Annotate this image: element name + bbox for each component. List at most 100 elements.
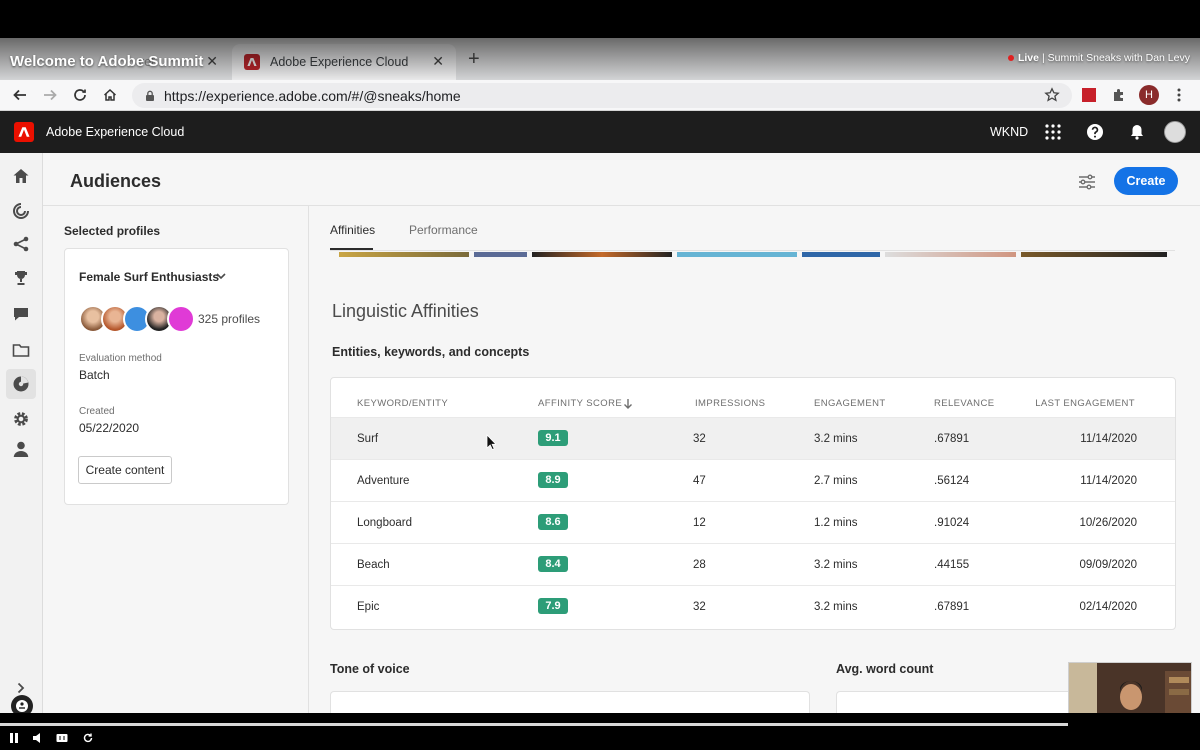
table-row[interactable]: Epic 7.9 32 3.2 mins .67891 02/14/2020 bbox=[331, 585, 1175, 627]
evaluation-method-label: Evaluation method bbox=[79, 353, 162, 364]
tab-performance[interactable]: Performance bbox=[409, 223, 478, 237]
rail-expand-chevron-icon[interactable] bbox=[14, 681, 28, 695]
column-header-engagement[interactable]: ENGAGEMENT bbox=[814, 398, 886, 409]
column-header-impressions[interactable]: IMPRESSIONS bbox=[695, 398, 765, 409]
column-header-relevance[interactable]: RELEVANCE bbox=[934, 398, 994, 409]
captions-icon[interactable] bbox=[56, 732, 68, 744]
kebab-menu-icon[interactable] bbox=[1168, 84, 1190, 106]
column-header-keyword[interactable]: KEYWORD/ENTITY bbox=[357, 398, 448, 409]
video-letterbox-top bbox=[0, 0, 1200, 38]
create-content-button[interactable]: Create content bbox=[78, 456, 172, 484]
rail-audiences-icon[interactable] bbox=[12, 375, 30, 393]
table-row[interactable]: Beach 8.4 28 3.2 mins .44155 09/09/2020 bbox=[331, 543, 1175, 585]
app-title[interactable]: Adobe Experience Cloud bbox=[46, 125, 184, 139]
extension-icon[interactable] bbox=[1078, 84, 1100, 106]
engagement-cell: 2.7 mins bbox=[814, 475, 858, 487]
volume-icon[interactable] bbox=[32, 732, 44, 744]
close-icon[interactable]: ✕ bbox=[206, 53, 218, 70]
audience-name[interactable]: Female Surf Enthusiasts bbox=[79, 270, 219, 284]
live-label: Live bbox=[1017, 52, 1039, 64]
url-text: https://experience.adobe.com/#/@sneaks/h… bbox=[164, 87, 461, 104]
forward-arrow-icon[interactable] bbox=[40, 85, 60, 105]
tab-label: Adobe Experience Cloud bbox=[270, 55, 409, 69]
relevance-cell: .56124 bbox=[934, 475, 970, 487]
chevron-down-icon[interactable] bbox=[215, 270, 227, 282]
back-arrow-icon[interactable] bbox=[10, 85, 30, 105]
engagement-cell: 3.2 mins bbox=[814, 433, 858, 445]
column-header-affinity-score[interactable]: AFFINITY SCORE bbox=[538, 398, 622, 409]
bookmark-star-icon[interactable] bbox=[1044, 87, 1060, 103]
table-row[interactable]: Longboard 8.6 12 1.2 mins .91024 10/26/2… bbox=[331, 501, 1175, 543]
column-header-last-engagement[interactable]: LAST ENGAGEMENT bbox=[1035, 398, 1135, 409]
panel-divider bbox=[308, 206, 309, 713]
created-label: Created bbox=[79, 406, 115, 417]
sort-descending-arrow-icon[interactable] bbox=[623, 398, 633, 410]
last-engagement-cell: 09/09/2020 bbox=[1079, 559, 1137, 571]
rail-segments-icon[interactable] bbox=[12, 202, 30, 220]
browser-tab-experience-cloud[interactable]: Adobe Experience Cloud ✕ bbox=[232, 44, 456, 80]
last-engagement-cell: 11/14/2020 bbox=[1080, 475, 1137, 487]
video-progress-bar[interactable] bbox=[0, 723, 1068, 726]
image-thumbnail[interactable] bbox=[532, 252, 672, 257]
affinity-score-badge: 7.9 bbox=[538, 598, 568, 614]
header-divider bbox=[43, 205, 1200, 206]
url-bar[interactable]: https://experience.adobe.com/#/@sneaks/h… bbox=[132, 83, 1072, 108]
help-icon[interactable] bbox=[1086, 123, 1104, 141]
keyword-cell: Epic bbox=[357, 601, 380, 613]
rail-journeys-icon[interactable] bbox=[12, 235, 30, 253]
image-thumbnail[interactable] bbox=[474, 252, 527, 257]
video-overlay-title: Welcome to Adobe Summit bbox=[10, 53, 204, 70]
impressions-cell: 28 bbox=[693, 559, 706, 571]
profile-avatar[interactable]: H bbox=[1138, 84, 1160, 106]
tone-of-voice-panel bbox=[330, 691, 810, 713]
engagement-cell: 1.2 mins bbox=[814, 517, 858, 529]
filter-sliders-icon[interactable] bbox=[1078, 173, 1096, 191]
impressions-cell: 32 bbox=[693, 601, 706, 613]
created-value: 05/22/2020 bbox=[79, 421, 140, 435]
profile-count: 325 profiles bbox=[198, 312, 261, 326]
image-thumbnail[interactable] bbox=[1021, 252, 1167, 257]
engagement-cell: 3.2 mins bbox=[814, 601, 858, 613]
notification-bell-icon[interactable] bbox=[1128, 123, 1146, 141]
org-switcher[interactable]: WKND bbox=[990, 125, 1028, 139]
replay-icon[interactable] bbox=[82, 732, 94, 744]
create-button[interactable]: Create bbox=[1114, 167, 1178, 195]
app-grid-icon[interactable] bbox=[1044, 123, 1062, 141]
last-engagement-cell: 02/14/2020 bbox=[1079, 601, 1137, 613]
table-row[interactable]: Adventure 8.9 47 2.7 mins .56124 11/14/2… bbox=[331, 459, 1175, 501]
pause-icon[interactable] bbox=[8, 732, 20, 744]
image-thumbnail[interactable] bbox=[885, 252, 1016, 257]
engagement-cell: 3.2 mins bbox=[814, 559, 858, 571]
user-avatar[interactable] bbox=[1164, 121, 1186, 143]
tab-divider bbox=[330, 250, 1175, 251]
avg-word-count-heading: Avg. word count bbox=[836, 662, 934, 676]
affinity-score-badge: 8.9 bbox=[538, 472, 568, 488]
rail-comments-icon[interactable] bbox=[12, 305, 30, 323]
reload-icon[interactable] bbox=[70, 85, 90, 105]
rail-settings-gear-icon[interactable] bbox=[12, 410, 30, 428]
relevance-cell: .67891 bbox=[934, 601, 970, 613]
adobe-logo-icon[interactable] bbox=[14, 122, 34, 142]
tab-affinities[interactable]: Affinities bbox=[330, 223, 375, 237]
rail-user-icon[interactable] bbox=[12, 440, 30, 458]
mouse-cursor-icon bbox=[486, 434, 496, 450]
table-row[interactable]: Surf 9.1 32 3.2 mins .67891 11/14/2020 bbox=[331, 417, 1175, 459]
rail-folder-icon[interactable] bbox=[12, 341, 30, 359]
new-tab-button[interactable]: + bbox=[468, 48, 480, 71]
rail-home-icon[interactable] bbox=[12, 167, 30, 185]
close-icon[interactable]: ✕ bbox=[432, 53, 444, 70]
last-engagement-cell: 10/26/2020 bbox=[1079, 517, 1137, 529]
image-thumbnail[interactable] bbox=[677, 252, 797, 257]
puzzle-extensions-icon[interactable] bbox=[1108, 84, 1130, 106]
home-icon[interactable] bbox=[100, 85, 120, 105]
impressions-cell: 47 bbox=[693, 475, 706, 487]
audience-card: Female Surf Enthusiasts 325 profiles Eva… bbox=[64, 248, 289, 505]
image-thumbnail[interactable] bbox=[802, 252, 880, 257]
profile-avatar-stack bbox=[79, 305, 199, 333]
impressions-cell: 12 bbox=[693, 517, 706, 529]
relevance-cell: .67891 bbox=[934, 433, 970, 445]
rail-trophy-icon[interactable] bbox=[12, 269, 30, 287]
affinity-score-badge: 8.4 bbox=[538, 556, 568, 572]
main-content: Audiences Create Selected profiles Femal… bbox=[43, 153, 1200, 713]
image-thumbnail[interactable] bbox=[339, 252, 469, 257]
